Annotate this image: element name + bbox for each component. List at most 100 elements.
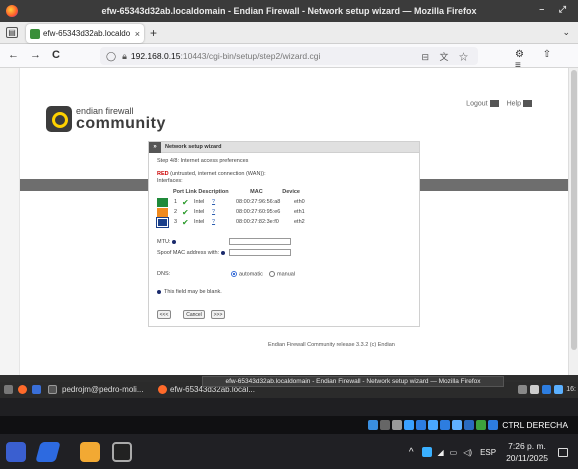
required-dot-icon xyxy=(172,239,177,244)
spoof-mac-label: Spoof MAC address with: xyxy=(157,250,226,256)
desktop-area xyxy=(0,398,578,416)
forward-button[interactable]: → xyxy=(30,49,41,61)
link-ok-icon: ✔ xyxy=(182,207,189,217)
info-link[interactable]: ? xyxy=(212,209,236,215)
virtualbox-icon[interactable] xyxy=(80,442,100,462)
logout-link[interactable]: Logout xyxy=(466,100,499,107)
wizard-tag-icon: » xyxy=(149,141,161,153)
endian-logo: endian firewall community xyxy=(46,106,166,132)
page-footer: Endian Firewall Community release 3.3.2 … xyxy=(268,342,395,348)
vm-clock: 16: xyxy=(566,386,576,393)
vm-status-icon xyxy=(452,420,463,430)
vm-status-icon xyxy=(440,420,451,430)
host-taskbar: ^ ◢ ▭ ◁) ESP 7:26 p. m. 20/11/2025 xyxy=(0,434,578,469)
cancel-button[interactable]: Cancel xyxy=(183,310,205,319)
vm-status-icon xyxy=(380,420,391,430)
interface-row[interactable]: 3 ✔ Intel ? 08:00:27:82:3e:f0 eth2 xyxy=(157,217,305,227)
next-wizard-button[interactable]: >>> xyxy=(211,310,225,319)
spoof-mac-input[interactable] xyxy=(229,249,291,256)
vm-status-icon xyxy=(416,420,427,430)
window-titlebar: efw-65343d32ab.localdomain - Endian Fire… xyxy=(0,0,578,22)
app-icon[interactable] xyxy=(35,442,61,462)
web-page: endian firewall community Logout Help » … xyxy=(0,68,568,375)
vm-status-icon xyxy=(488,420,499,430)
radio-selected-icon xyxy=(231,271,237,277)
taskbar-tooltip: efw-65343d32ab.localdomain - Endian Fire… xyxy=(202,376,504,387)
red-zone-label: RED (untrusted, internet connection (WAN… xyxy=(157,171,266,177)
language-indicator[interactable]: ESP xyxy=(480,448,496,457)
top-links: Logout Help xyxy=(466,100,532,107)
url-host: 192.168.0.15 xyxy=(130,51,181,61)
endian-logo-icon xyxy=(46,106,72,132)
page-left-band xyxy=(0,68,20,375)
zone-swatch xyxy=(157,197,168,207)
taskbar-item-terminal[interactable]: pedrojm@pedro-moli... xyxy=(62,385,143,394)
logout-icon xyxy=(489,100,499,107)
reload-button[interactable]: C xyxy=(52,49,60,61)
url-bar-icons[interactable]: ⊟ 文 ☆ xyxy=(421,50,472,63)
notifications-icon[interactable] xyxy=(558,447,568,457)
link-ok-icon: ✔ xyxy=(182,197,189,207)
wizard-header: » Network setup wizard xyxy=(149,141,419,153)
back-wizard-button[interactable]: <<< xyxy=(157,310,171,319)
interfaces-label: Interfaces: xyxy=(157,178,183,184)
volume-icon[interactable]: ◁) xyxy=(463,448,472,457)
vm-status-icon xyxy=(476,420,487,430)
browser-tab[interactable]: efw-65343d32ab.localdo × xyxy=(26,24,144,43)
tray-app-icon[interactable] xyxy=(421,447,432,457)
vm-status-icon xyxy=(464,420,475,430)
zone-swatch-selected[interactable] xyxy=(157,217,168,227)
files-icon[interactable] xyxy=(32,385,41,394)
chevron-down-icon[interactable]: ⌄ xyxy=(562,27,570,38)
firefox-icon[interactable] xyxy=(18,385,27,394)
tab-strip: ▤ efw-65343d32ab.localdo × + ⌄ xyxy=(0,22,578,44)
interface-row[interactable]: 2 ✔ Intel ? 08:00:27:60:95:e6 eth1 xyxy=(157,207,305,217)
display-icon[interactable]: ▭ xyxy=(450,448,458,457)
wizard-title: Network setup wizard xyxy=(165,144,222,150)
logo-line2: community xyxy=(76,114,166,132)
vm-status-icon xyxy=(428,420,439,430)
host-tray: ^ ◢ ▭ ◁) ESP 7:26 p. m. 20/11/2025 xyxy=(409,440,568,464)
info-link[interactable]: ? xyxy=(212,219,236,225)
clock[interactable]: 7:26 p. m. 20/11/2025 xyxy=(506,440,548,464)
back-button[interactable]: ← xyxy=(8,49,19,61)
mtu-input[interactable] xyxy=(229,238,291,245)
dns-manual-radio[interactable]: manual xyxy=(269,271,295,277)
terminal-icon[interactable] xyxy=(112,442,132,462)
wizard-panel: » Network setup wizard Step 4/8: Interne… xyxy=(148,141,420,327)
step-label: Step 4/8: Internet access preferences xyxy=(157,158,249,164)
close-tab-icon[interactable]: × xyxy=(135,29,140,39)
required-dot-icon xyxy=(157,289,161,294)
window-controls[interactable]: – ⤢ xyxy=(539,4,572,15)
url-bar[interactable]: ◯ 🔒︎ 192.168.0.15 :10443/cgi-bin/setup/s… xyxy=(100,47,478,65)
url-path: :10443/cgi-bin/setup/step2/wizard.cgi xyxy=(180,51,321,61)
required-dot-icon xyxy=(221,250,226,255)
new-tab-button[interactable]: + xyxy=(150,26,157,40)
vm-status-icon xyxy=(404,420,415,430)
vm-status-icon xyxy=(392,420,403,430)
tab-title: efw-65343d32ab.localdo xyxy=(43,29,131,38)
interface-row[interactable]: 1 ✔ Intel ? 08:00:27:96:56:a8 eth0 xyxy=(157,197,305,207)
show-hidden-icons-icon[interactable]: ^ xyxy=(409,447,414,458)
dns-automatic-radio[interactable]: automatic xyxy=(231,271,263,277)
menu-icon[interactable] xyxy=(4,385,13,394)
window-title: efw-65343d32ab.localdomain - Endian Fire… xyxy=(101,6,477,16)
page-scrollbar[interactable] xyxy=(568,68,578,375)
tab-list-icon[interactable]: ▤ xyxy=(6,27,18,38)
info-link[interactable]: ? xyxy=(212,199,236,205)
help-link[interactable]: Help xyxy=(507,100,532,107)
host-key-label: CTRL DERECHA xyxy=(502,420,568,430)
network-icon[interactable]: ◢ xyxy=(438,448,444,457)
firefox-icon[interactable] xyxy=(158,385,167,394)
firefox-icon xyxy=(6,5,18,17)
lock-icon[interactable]: 🔒︎ xyxy=(122,51,127,62)
shield-icon[interactable]: ◯ xyxy=(106,51,116,62)
start-icon[interactable] xyxy=(6,442,26,462)
vm-tray: 16: xyxy=(518,385,576,394)
zone-swatch xyxy=(157,207,168,217)
vm-status-icons: CTRL DERECHA xyxy=(0,416,578,434)
mtu-label: MTU: xyxy=(157,239,177,245)
vm-status-icon xyxy=(368,420,379,430)
terminal-icon[interactable] xyxy=(48,385,57,394)
nav-bar: ← → C ◯ 🔒︎ 192.168.0.15 :10443/cgi-bin/s… xyxy=(0,44,578,71)
